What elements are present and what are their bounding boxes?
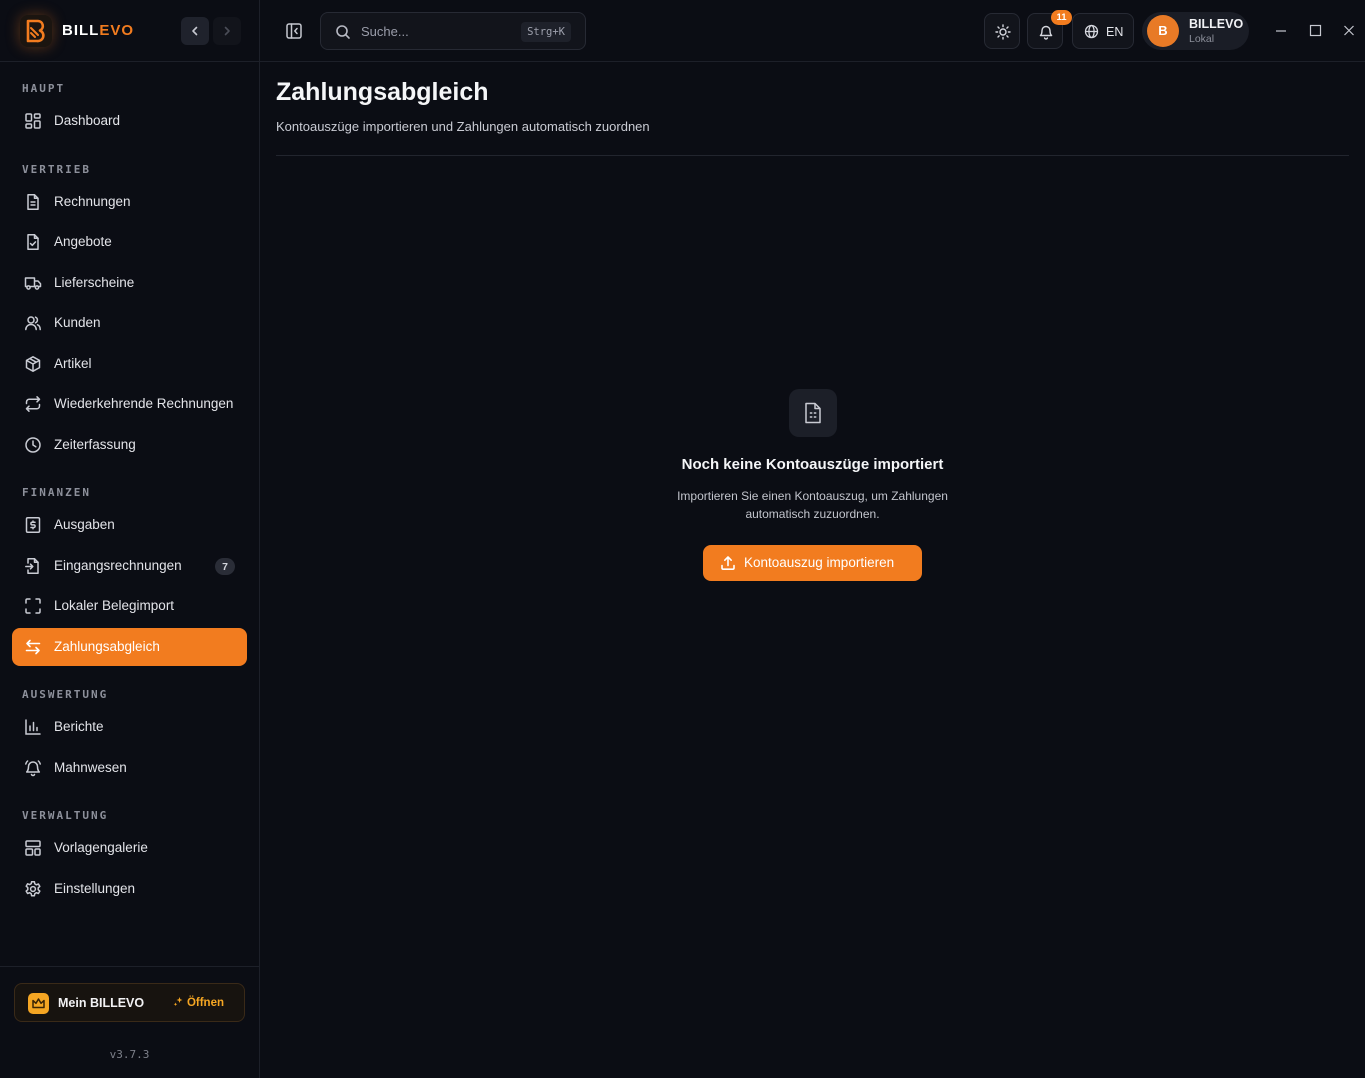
open-link[interactable]: Öffnen (173, 996, 224, 1009)
upload-icon (721, 556, 735, 570)
forward-button[interactable] (213, 17, 241, 45)
sidebar-item-zeiterfassung[interactable]: Zeiterfassung (12, 426, 247, 464)
dashboard-icon (25, 113, 41, 129)
sidebar-item-label: Kunden (54, 315, 101, 330)
mein-billevo-card[interactable]: Mein BILLEVO Öffnen (14, 983, 245, 1022)
notifications-button[interactable]: 11 (1027, 10, 1072, 49)
sidebar-item-label: Wiederkehrende Rechnungen (54, 396, 234, 411)
maximize-icon[interactable] (1309, 23, 1322, 39)
truck-icon (24, 277, 42, 290)
sidebar-item-eingangsrechnungen[interactable]: Eingangsrechnungen 7 (12, 547, 247, 585)
scan-icon (25, 598, 41, 614)
sidebar-item-wiederkehrende-rechnungen[interactable]: Wiederkehrende Rechnungen (12, 385, 247, 423)
sidebar-toggle-icon[interactable] (285, 22, 303, 40)
sparkle-icon (173, 997, 183, 1007)
sidebar-item-label: Dashboard (54, 113, 121, 128)
sidebar-item-mahnwesen[interactable]: Mahnwesen (12, 749, 247, 787)
section-label-auswertung: AUSWERTUNG (22, 688, 109, 701)
gear-icon (25, 881, 41, 897)
minimize-icon[interactable] (1275, 23, 1287, 39)
search-placeholder: Suche... (361, 24, 409, 39)
empty-state-title: Noch keine Kontoauszüge importiert (681, 456, 944, 473)
sidebar-item-angebote[interactable]: Angebote (12, 223, 247, 261)
clock-icon (25, 437, 41, 453)
sidebar-item-label: Eingangsrechnungen (54, 558, 182, 573)
crown-icon (28, 993, 49, 1014)
sidebar: BILLEVO HAUPT Dashboard VERTRIEB Rechnun… (0, 0, 260, 1078)
language-button[interactable]: EN (1072, 13, 1134, 49)
import-statement-button[interactable]: Kontoauszug importieren (703, 545, 922, 581)
sidebar-item-ausgaben[interactable]: Ausgaben (12, 506, 247, 544)
keyboard-shortcut: Strg+K (521, 22, 571, 42)
divider (276, 155, 1349, 156)
section-label-haupt: HAUPT (22, 82, 66, 95)
sidebar-item-label: Artikel (54, 356, 92, 371)
file-text-icon (27, 194, 39, 210)
search-input[interactable]: Suche... Strg+K (320, 12, 586, 50)
sidebar-item-label: Einstellungen (54, 881, 136, 896)
users-icon (25, 316, 41, 331)
brand-name: BILLEVO (62, 22, 135, 39)
bell-icon (1039, 25, 1053, 40)
sidebar-item-label: Lokaler Belegimport (54, 598, 175, 613)
sidebar-item-label: Ausgaben (54, 517, 115, 532)
sidebar-item-einstellungen[interactable]: Einstellungen (12, 870, 247, 908)
sidebar-item-label: Lieferscheine (54, 275, 135, 290)
globe-icon (1084, 24, 1099, 39)
empty-state-text: Importieren Sie einen Kontoauszug, um Za… (677, 489, 948, 521)
sidebar-item-artikel[interactable]: Artikel (12, 345, 247, 383)
sidebar-item-vorlagengalerie[interactable]: Vorlagengalerie (12, 829, 247, 867)
arrows-exchange-icon (25, 639, 41, 655)
section-label-finanzen: FINANZEN (22, 486, 91, 499)
mein-billevo-label: Mein BILLEVO (58, 996, 145, 1010)
section-label-vertrieb: VERTRIEB (22, 163, 91, 176)
sidebar-item-label: Berichte (54, 719, 104, 734)
notification-count-badge: 11 (1051, 10, 1072, 25)
page-subtitle: Kontoauszüge importieren und Zahlungen a… (276, 119, 650, 134)
bar-chart-icon (25, 719, 41, 735)
button-label: Kontoauszug importieren (744, 555, 895, 570)
billevo-logo-icon[interactable] (20, 15, 52, 47)
sidebar-item-zahlungsabgleich[interactable]: Zahlungsabgleich (12, 628, 247, 666)
language-label: EN (1106, 25, 1124, 39)
theme-toggle-button[interactable] (984, 13, 1020, 49)
repeat-icon (25, 396, 41, 412)
file-import-icon (25, 558, 39, 574)
chevron-right-icon (224, 26, 230, 36)
section-label-verwaltung: VERWALTUNG (22, 809, 109, 822)
sidebar-item-berichte[interactable]: Berichte (12, 708, 247, 746)
sidebar-item-label: Rechnungen (54, 194, 131, 209)
package-icon (25, 356, 41, 372)
sidebar-item-label: Vorlagengalerie (54, 840, 148, 855)
search-icon (336, 25, 350, 39)
chevron-left-icon (192, 26, 198, 36)
version-label: v3.7.3 (109, 1048, 150, 1061)
page-title: Zahlungsabgleich (276, 78, 489, 106)
sidebar-item-label: Angebote (54, 234, 112, 249)
sidebar-item-label: Zahlungsabgleich (54, 639, 160, 654)
file-check-icon (27, 234, 39, 250)
back-button[interactable] (181, 17, 209, 45)
user-menu[interactable]: B BILLEVO Lokal (1142, 12, 1249, 50)
user-name: BILLEVO (1189, 17, 1244, 31)
brand-bar: BILLEVO (0, 0, 259, 62)
sun-icon (995, 24, 1011, 40)
sidebar-item-rechnungen[interactable]: Rechnungen (12, 183, 247, 221)
avatar: B (1147, 15, 1179, 47)
sidebar-item-label: Mahnwesen (54, 760, 127, 775)
sidebar-item-label: Zeiterfassung (54, 437, 136, 452)
layout-template-icon (25, 840, 41, 856)
divider (0, 966, 259, 967)
sidebar-item-lokaler-belegimport[interactable]: Lokaler Belegimport (12, 587, 247, 625)
count-badge: 7 (215, 558, 235, 575)
sidebar-item-lieferscheine[interactable]: Lieferscheine (12, 264, 247, 302)
bell-ring-icon (25, 760, 41, 777)
sidebar-item-dashboard[interactable]: Dashboard (12, 102, 247, 140)
topbar: Suche... Strg+K 11 EN B BILLEVO Lokal (260, 0, 1365, 62)
user-subtitle: Lokal (1189, 33, 1215, 45)
sidebar-item-kunden[interactable]: Kunden (12, 304, 247, 342)
document-icon (789, 389, 837, 437)
close-icon[interactable] (1343, 23, 1355, 39)
receipt-dollar-icon (25, 517, 41, 533)
